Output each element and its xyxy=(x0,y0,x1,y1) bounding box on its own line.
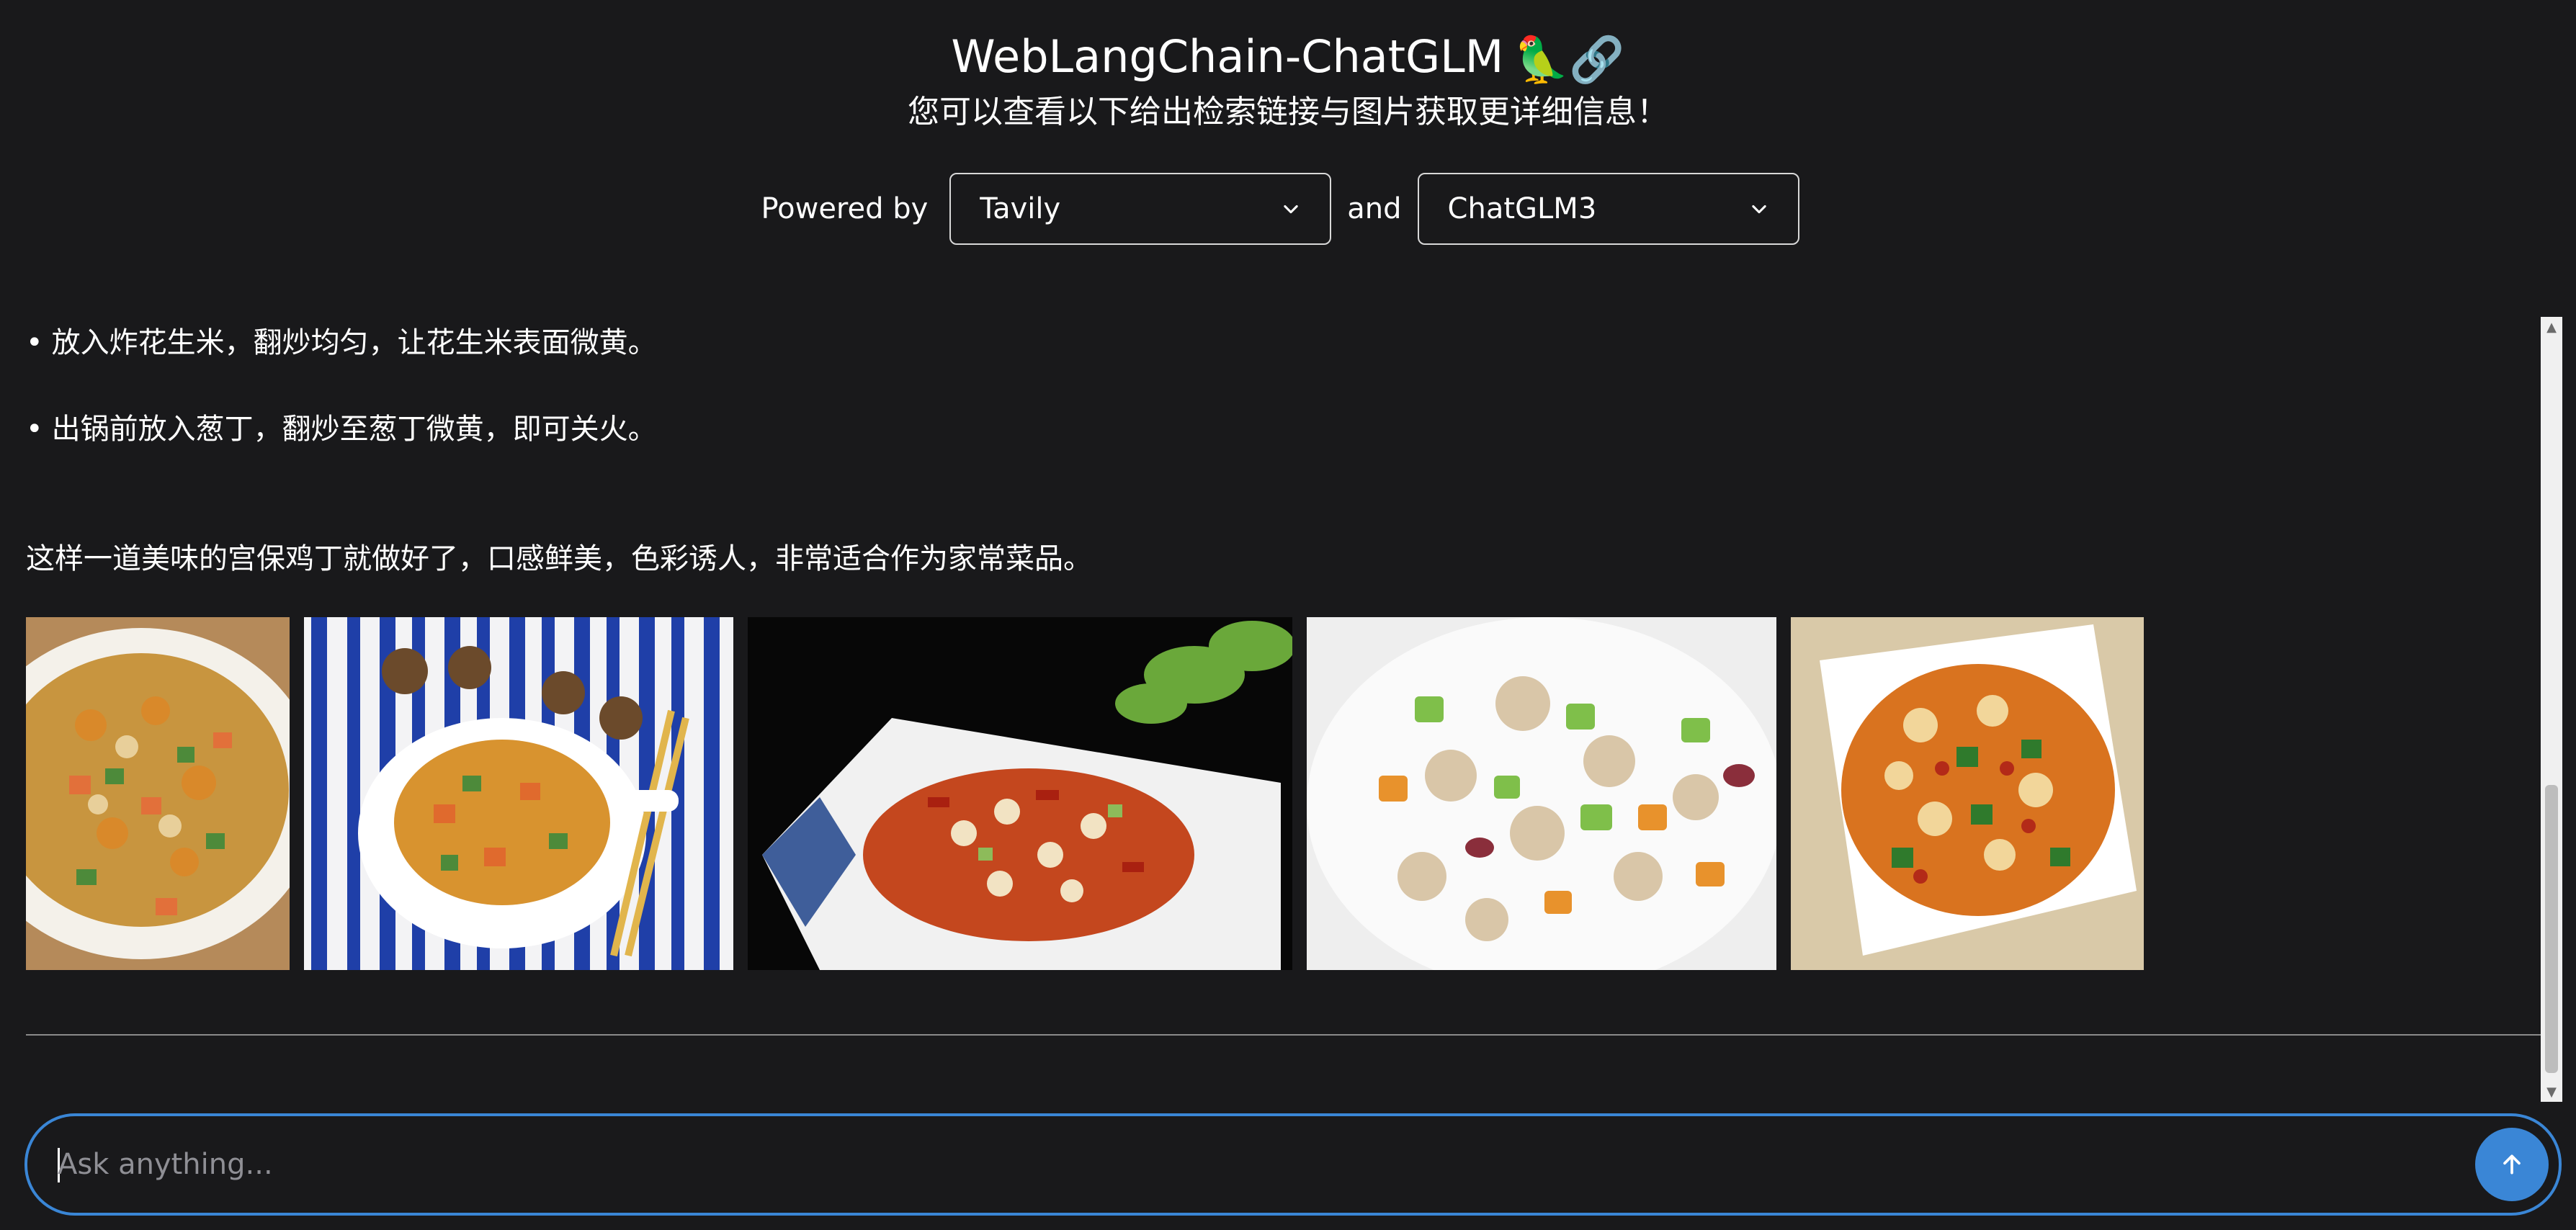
chat-input[interactable] xyxy=(56,1116,2433,1213)
parrot-link-icon: 🦜🔗 xyxy=(1513,32,1625,86)
page-title: WebLangChain-ChatGLM 🦜🔗 xyxy=(0,30,2576,86)
message-divider xyxy=(26,1034,2544,1036)
answer-bullet: • 出锅前放入葱丁，翻炒至葱丁微黄，即可关火。 xyxy=(26,412,657,446)
arrow-up-icon xyxy=(2503,1154,2521,1175)
chat-scrollbar[interactable]: ▲ ▼ xyxy=(2541,317,2562,1102)
chevron-down-icon xyxy=(1284,205,1298,214)
retriever-select[interactable]: Tavily xyxy=(949,173,1332,245)
header: WebLangChain-ChatGLM 🦜🔗 您可以查看以下给出检索链接与图片获… xyxy=(0,0,2576,274)
answer-bullet: • 放入炸花生米，翻炒均匀，让花生米表面微黄。 xyxy=(26,326,657,360)
bullet-dot: • xyxy=(26,326,43,359)
kung-pao-chicken-photo-1[interactable] xyxy=(26,617,290,970)
chevron-down-icon xyxy=(1751,205,1766,214)
scroll-up-icon[interactable]: ▲ xyxy=(2541,317,2562,337)
send-button[interactable] xyxy=(2475,1128,2549,1201)
and-label: and xyxy=(1347,192,1402,225)
chat-messages: • 放入炸花生米，翻炒均匀，让花生米表面微黄。 • 出锅前放入葱丁，翻炒至葱丁微黄，… xyxy=(0,317,2546,1102)
powered-by-label: Powered by xyxy=(761,192,929,225)
kung-pao-chicken-photo-5[interactable] xyxy=(1791,617,2144,970)
llm-select-value: ChatGLM3 xyxy=(1447,192,1597,225)
bullet-dot: • xyxy=(26,413,43,446)
kung-pao-chicken-photo-2[interactable] xyxy=(304,617,733,970)
scroll-down-icon[interactable]: ▼ xyxy=(2541,1082,2562,1102)
answer-summary: 这样一道美味的宫保鸡丁就做好了，口感鲜美，色彩诱人，非常适合作为家常菜品。 xyxy=(26,542,1092,575)
answer-bullet-text: 放入炸花生米，翻炒均匀，让花生米表面微黄。 xyxy=(51,326,657,359)
answer-bullet-text: 出锅前放入葱丁，翻炒至葱丁微黄，即可关火。 xyxy=(51,413,657,446)
scrollbar-thumb[interactable] xyxy=(2545,785,2558,1073)
llm-select[interactable]: ChatGLM3 xyxy=(1417,173,1799,245)
kung-pao-chicken-photo-3[interactable] xyxy=(748,617,1292,970)
page-subtitle: 您可以查看以下给出检索链接与图片获取更详细信息！ xyxy=(908,94,1668,130)
kung-pao-chicken-photo-4[interactable] xyxy=(1307,617,1776,970)
chat-input-bar xyxy=(24,1113,2562,1216)
retriever-select-value: Tavily xyxy=(980,192,1061,225)
model-selector-row: Powered by Tavily and ChatGLM3 xyxy=(0,173,2576,245)
image-results xyxy=(26,617,2144,970)
title-text: WebLangChain-ChatGLM xyxy=(951,30,1504,83)
